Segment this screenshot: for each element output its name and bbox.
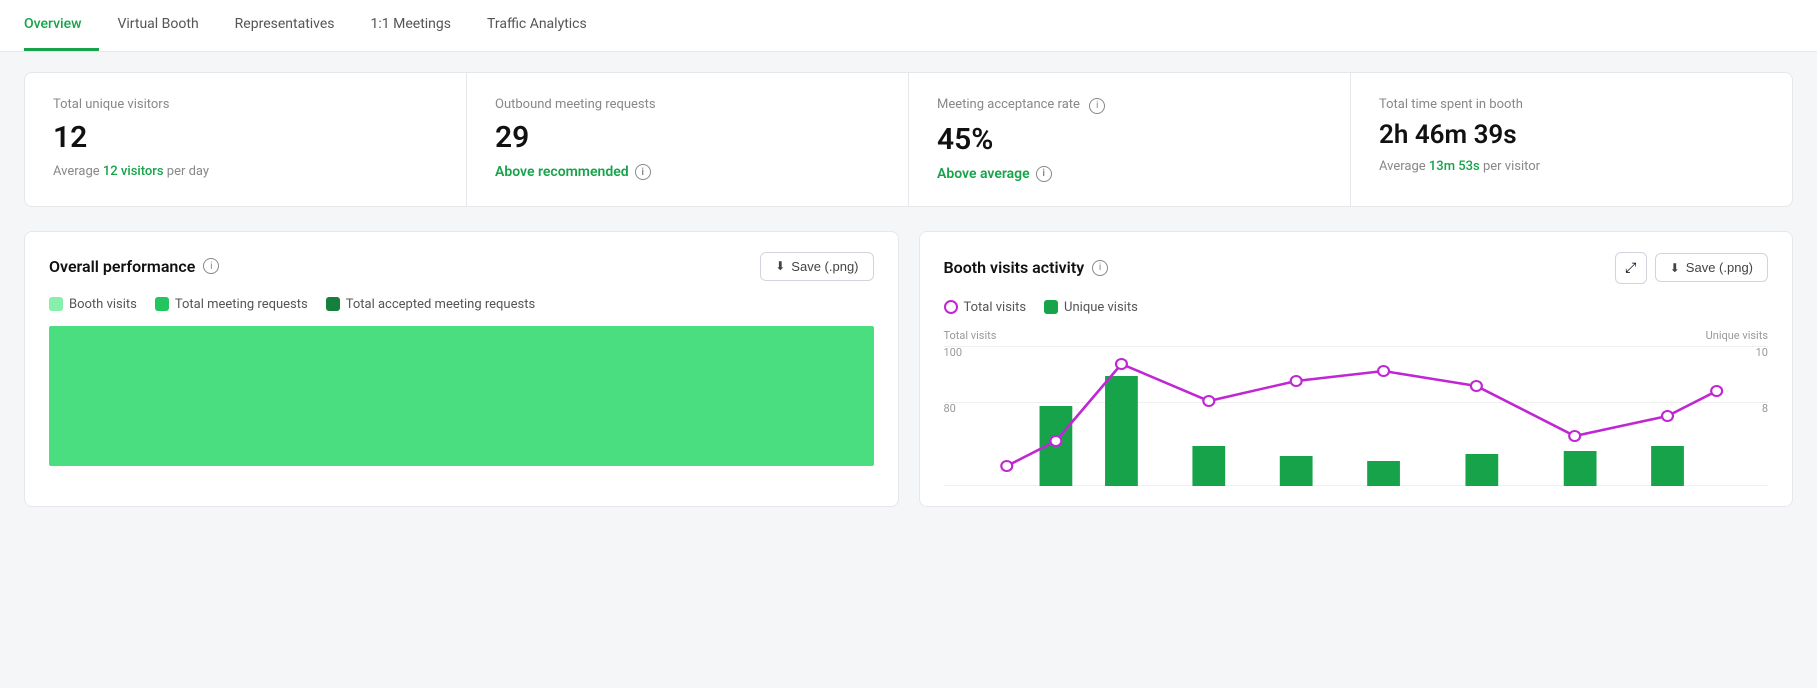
performance-bar-chart bbox=[49, 326, 874, 466]
legend-accepted-requests: Total accepted meeting requests bbox=[326, 297, 535, 312]
stat-unique-visitors-sub: Average 12 visitors per day bbox=[53, 164, 438, 179]
nav-item-virtual-booth[interactable]: Virtual Booth bbox=[99, 0, 216, 51]
legend-unique-visits: Unique visits bbox=[1044, 300, 1138, 315]
download-icon: ⬇ bbox=[775, 259, 785, 273]
dot-1 bbox=[1001, 461, 1012, 471]
activity-save-button[interactable]: ⬇ Save (.png) bbox=[1655, 253, 1768, 282]
bar-6 bbox=[1465, 454, 1498, 486]
legend-total-requests: Total meeting requests bbox=[155, 297, 308, 312]
dot-9 bbox=[1662, 411, 1673, 421]
legend-accepted-requests-dot bbox=[326, 297, 340, 311]
legend-total-visits-dot bbox=[944, 300, 958, 314]
stat-outbound-requests: Outbound meeting requests 29 Above recom… bbox=[467, 73, 908, 206]
dot-4 bbox=[1203, 396, 1214, 406]
performance-title-area: Overall performance i bbox=[49, 257, 219, 276]
navigation: Overview Virtual Booth Representatives 1… bbox=[0, 0, 1817, 52]
stat-acceptance-value: 45% bbox=[937, 122, 1322, 158]
dot-2 bbox=[1050, 436, 1061, 446]
charts-row: Overall performance i ⬇ Save (.png) Boot… bbox=[24, 231, 1793, 507]
stat-acceptance-badge: Above average i bbox=[937, 166, 1322, 182]
activity-chart-actions: ⤢ ⬇ Save (.png) bbox=[1615, 252, 1768, 284]
stat-acceptance-label: Meeting acceptance rate i bbox=[937, 97, 1322, 114]
nav-item-traffic[interactable]: Traffic Analytics bbox=[469, 0, 605, 51]
dot-10 bbox=[1711, 386, 1722, 396]
stat-outbound-value: 29 bbox=[495, 120, 880, 156]
stat-unique-visitors-value: 12 bbox=[53, 120, 438, 156]
performance-info-icon[interactable]: i bbox=[203, 258, 219, 274]
dot-3 bbox=[1115, 359, 1126, 369]
activity-chart-title: Booth visits activity bbox=[944, 258, 1085, 277]
stat-outbound-badge: Above recommended i bbox=[495, 164, 880, 180]
acceptance-badge-info-icon[interactable]: i bbox=[1036, 166, 1052, 182]
stat-outbound-label: Outbound meeting requests bbox=[495, 97, 880, 112]
dot-5 bbox=[1290, 376, 1301, 386]
stat-time-sub: Average 13m 53s per visitor bbox=[1379, 159, 1764, 174]
dot-6 bbox=[1378, 366, 1389, 376]
stat-unique-visitors-label: Total unique visitors bbox=[53, 97, 438, 112]
performance-chart-card: Overall performance i ⬇ Save (.png) Boot… bbox=[24, 231, 899, 507]
legend-total-visits: Total visits bbox=[944, 300, 1027, 315]
activity-download-icon: ⬇ bbox=[1670, 261, 1680, 275]
legend-unique-visits-dot bbox=[1044, 300, 1058, 314]
stat-time-value: 2h 46m 39s bbox=[1379, 120, 1764, 151]
performance-legend: Booth visits Total meeting requests Tota… bbox=[49, 297, 874, 312]
y-right-8: 8 bbox=[1762, 402, 1768, 415]
y-left-80: 80 bbox=[944, 402, 956, 415]
dot-8 bbox=[1569, 431, 1580, 441]
legend-booth-visits: Booth visits bbox=[49, 297, 137, 312]
activity-chart-area: Total visits Unique visits 100 80 10 8 bbox=[944, 329, 1769, 486]
performance-chart-header: Overall performance i ⬇ Save (.png) bbox=[49, 252, 874, 281]
performance-chart-actions: ⬇ Save (.png) bbox=[760, 252, 873, 281]
bar-5 bbox=[1367, 461, 1400, 486]
activity-expand-button[interactable]: ⤢ bbox=[1615, 252, 1647, 284]
axis-labels-row: Total visits Unique visits bbox=[944, 329, 1769, 342]
y-left-100: 100 bbox=[944, 346, 963, 359]
chart-plot-area: 100 80 10 8 bbox=[944, 346, 1769, 486]
activity-info-icon[interactable]: i bbox=[1092, 260, 1108, 276]
bar-3 bbox=[1192, 446, 1225, 486]
nav-item-representatives[interactable]: Representatives bbox=[217, 0, 353, 51]
dot-7 bbox=[1470, 381, 1481, 391]
performance-save-button[interactable]: ⬇ Save (.png) bbox=[760, 252, 873, 281]
activity-chart-header: Booth visits activity i ⤢ ⬇ Save (.png) bbox=[944, 252, 1769, 284]
stat-time-label: Total time spent in booth bbox=[1379, 97, 1764, 112]
main-content: Total unique visitors 12 Average 12 visi… bbox=[0, 52, 1817, 688]
activity-title-area: Booth visits activity i bbox=[944, 258, 1109, 277]
stats-row: Total unique visitors 12 Average 12 visi… bbox=[24, 72, 1793, 207]
expand-icon: ⤢ bbox=[1625, 259, 1636, 276]
activity-chart-card: Booth visits activity i ⤢ ⬇ Save (.png) bbox=[919, 231, 1794, 507]
stat-unique-visitors: Total unique visitors 12 Average 12 visi… bbox=[25, 73, 466, 206]
performance-chart-title: Overall performance bbox=[49, 257, 195, 276]
stat-time-spent: Total time spent in booth 2h 46m 39s Ave… bbox=[1351, 73, 1792, 206]
activity-line-chart-svg bbox=[974, 346, 1739, 486]
stat-acceptance-rate: Meeting acceptance rate i 45% Above aver… bbox=[909, 73, 1350, 206]
legend-total-requests-dot bbox=[155, 297, 169, 311]
y-right-10: 10 bbox=[1756, 346, 1768, 359]
legend-booth-visits-dot bbox=[49, 297, 63, 311]
activity-legend: Total visits Unique visits bbox=[944, 300, 1769, 315]
outbound-info-icon[interactable]: i bbox=[635, 164, 651, 180]
bar-2 bbox=[1105, 376, 1138, 486]
y-right-label: Unique visits bbox=[1706, 329, 1768, 342]
bar-4 bbox=[1279, 456, 1312, 486]
y-left-label: Total visits bbox=[944, 329, 997, 342]
nav-item-meetings[interactable]: 1:1 Meetings bbox=[353, 0, 469, 51]
nav-item-overview[interactable]: Overview bbox=[24, 0, 99, 51]
bar-7 bbox=[1563, 451, 1596, 486]
bar-8 bbox=[1651, 446, 1684, 486]
acceptance-info-icon[interactable]: i bbox=[1089, 98, 1105, 114]
